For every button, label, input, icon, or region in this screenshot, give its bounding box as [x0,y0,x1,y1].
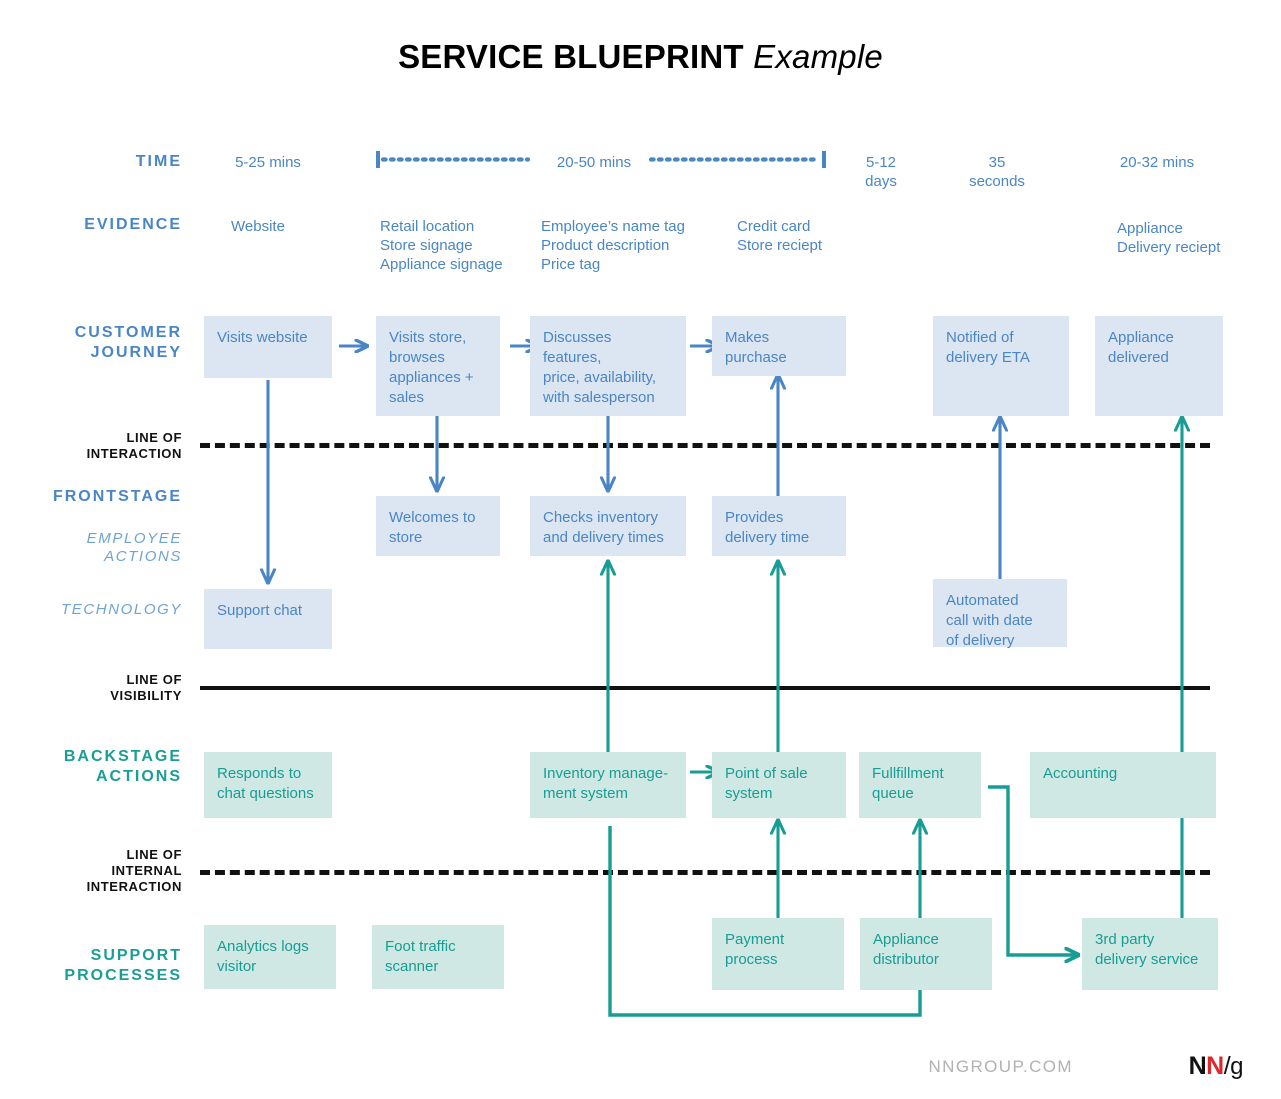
time-item-2: 5-12 days [865,154,897,191]
customer-journey-box-notified-of-delivery-eta[interactable]: Notified of delivery ETA [933,316,1069,416]
line-of-internal-interaction-rule [200,870,1210,875]
logo-n-first: N [1188,1052,1207,1080]
customer-journey-box-makes-purchase[interactable]: Makes purchase [712,316,846,376]
row-label-evidence: EVIDENCE [84,216,182,233]
row-label-employee-actions: EMPLOYEE ACTIONS [86,530,182,566]
time-item-0: 5-25 mins [235,154,301,171]
service-blueprint-canvas: SERVICE BLUEPRINT Example TIME EVIDENCE … [0,0,1281,1099]
row-label-frontstage: FRONTSTAGE [52,488,182,505]
evidence-item-3: Credit card Store reciept [737,218,823,255]
support-box-foot-traffic-scanner[interactable]: Foot traffic scanner [372,925,504,989]
logo-n-second: N [1206,1052,1224,1080]
footer-url: NNGROUP.COM [928,1057,1073,1076]
frontstage-box-welcomes-to-store[interactable]: Welcomes to store [376,496,500,556]
row-label-line-of-internal-interaction: LINE OF INTERNAL INTERACTION [86,847,182,894]
support-box-appliance-distributor[interactable]: Appliance distributor [860,918,992,990]
evidence-item-1: Retail location Store signage Appliance … [380,218,503,274]
frontstage-box-checks-inventory[interactable]: Checks inventory and delivery times [530,496,686,556]
customer-journey-box-discusses-features[interactable]: Discusses features, price, availability,… [530,316,686,416]
backstage-box-fullfillment-queue[interactable]: Fullfillment queue [859,752,981,818]
time-item-1: 20-50 mins [556,154,632,171]
backstage-box-accounting[interactable]: Accounting [1030,752,1216,818]
customer-journey-box-visits-website[interactable]: Visits website [204,316,332,378]
line-of-visibility-rule [200,686,1210,690]
row-label-customer-journey: CUSTOMER JOURNEY [74,324,182,361]
support-box-3rd-party-delivery-service[interactable]: 3rd party delivery service [1082,918,1218,990]
support-box-analytics-logs-visitor[interactable]: Analytics logs visitor [204,925,336,989]
row-label-backstage-actions: BACKSTAGE ACTIONS [63,748,182,785]
evidence-item-2: Employee’s name tag Product description … [541,218,685,274]
support-box-payment-process[interactable]: Payment process [712,918,844,990]
time-item-3: 35 seconds [969,154,1025,191]
customer-journey-box-appliance-delivered[interactable]: Appliance delivered [1095,316,1223,416]
row-label-support-processes: SUPPORT PROCESSES [64,947,182,984]
line-of-interaction-rule [200,443,1210,448]
row-label-technology: TECHNOLOGY [60,601,182,618]
backstage-box-inventory-management-system[interactable]: Inventory manage- ment system [530,752,686,818]
page-title: SERVICE BLUEPRINT Example [0,38,1281,76]
backstage-box-responds-to-chat[interactable]: Responds to chat questions [204,752,332,818]
technology-box-automated-call[interactable]: Automated call with date of delivery [933,579,1067,649]
row-label-line-of-interaction: LINE OF INTERACTION [86,430,182,461]
backstage-box-point-of-sale-system[interactable]: Point of sale system [712,752,846,818]
technology-box-support-chat[interactable]: Support chat [204,589,332,649]
evidence-item-4: Appliance Delivery reciept [1117,220,1221,257]
time-item-4: 20-32 mins [1119,154,1195,171]
frontstage-box-provides-delivery-time[interactable]: Provides delivery time [712,496,846,556]
logo-g: g [1230,1053,1243,1080]
page-title-bold: SERVICE BLUEPRINT [398,38,744,75]
customer-journey-box-visits-store[interactable]: Visits store, browses appliances + sales [376,316,500,416]
row-label-line-of-visibility: LINE OF VISIBILITY [110,672,182,703]
page-title-italic: Example [753,38,883,75]
evidence-item-0: Website [231,218,285,235]
nng-logo: NN/g [1188,1052,1244,1081]
row-label-time: TIME [135,153,182,170]
